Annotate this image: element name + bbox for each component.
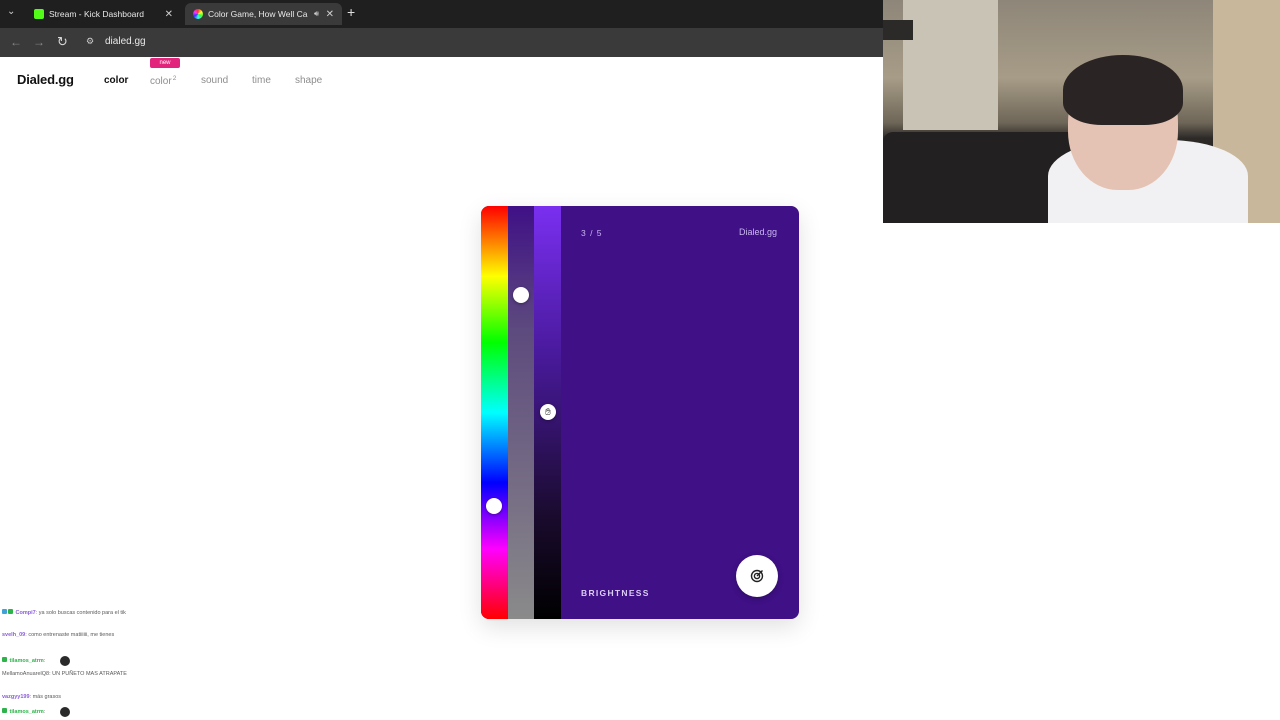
back-arrow-icon[interactable]: ← bbox=[10, 35, 22, 49]
hue-slider-handle[interactable] bbox=[486, 498, 502, 514]
chat-message: MellamoAnuarelQ8: UN PUÑETO MAS ATRAPATE bbox=[2, 671, 142, 679]
chat-username: tilamos_atrm bbox=[9, 658, 44, 664]
color-wheel-favicon-icon bbox=[193, 9, 203, 19]
saturation-slider[interactable] bbox=[508, 206, 534, 619]
chat-text: como entrenaste matiiiiii, me tienes bbox=[28, 632, 115, 638]
url-field[interactable]: dialed.gg bbox=[105, 36, 146, 47]
forward-arrow-icon[interactable]: → bbox=[33, 35, 45, 49]
badge-icon bbox=[2, 657, 7, 662]
chat-username: tilamos_atrm bbox=[9, 709, 44, 715]
submit-guess-button[interactable] bbox=[736, 555, 778, 597]
chat-username: svelh_09 bbox=[2, 632, 26, 638]
nav-time[interactable]: time bbox=[252, 75, 271, 86]
nav-shape[interactable]: shape bbox=[295, 75, 322, 86]
chat-message: Compi7: ya solo buscas contenido para el… bbox=[2, 609, 142, 618]
speaker-icon[interactable]: 🔊︎ bbox=[314, 9, 319, 19]
saturation-slider-handle[interactable] bbox=[513, 287, 529, 303]
site-logo[interactable]: Dialed.gg bbox=[17, 72, 74, 87]
chat-username: Compi7 bbox=[15, 610, 36, 616]
hue-slider[interactable] bbox=[481, 206, 508, 619]
grab-hand-cursor-icon: ✋︎ bbox=[545, 406, 551, 418]
chat-text: MellamoAnuarelQ8: UN PUÑETO MAS ATRAPATE bbox=[2, 671, 127, 677]
chat-message: tilamos_atrm: bbox=[2, 708, 142, 717]
browser-tab-bar: ⌄ Stream - Kick Dashboard ✕ Color Game, … bbox=[0, 0, 883, 28]
nav-color[interactable]: color bbox=[104, 75, 128, 86]
color-game-card: ✋︎ 3 / 5 Dialed.gg BRIGHTNESS bbox=[481, 206, 799, 619]
nav-color2-superscript: 2 bbox=[172, 75, 177, 82]
tab-color-game[interactable]: Color Game, How Well Can 🔊︎ ✕ bbox=[185, 3, 342, 25]
tab-title: Color Game, How Well Can bbox=[208, 9, 308, 19]
chat-message: tilamos_atrm: bbox=[2, 657, 142, 666]
webcam-background-door bbox=[903, 0, 998, 130]
target-icon bbox=[750, 569, 764, 583]
mode-label: BRIGHTNESS bbox=[581, 588, 650, 598]
chat-message: svelh_09: como entrenaste matiiiiii, me … bbox=[2, 632, 115, 638]
webcam-person-hair bbox=[1063, 55, 1183, 125]
chat-message: vazgyy199: más grasos bbox=[2, 694, 62, 700]
badge-icon bbox=[2, 609, 7, 614]
brightness-slider-handle[interactable]: ✋︎ bbox=[540, 404, 556, 420]
webcam-feed bbox=[883, 0, 1280, 223]
close-tab-icon[interactable]: ✕ bbox=[320, 9, 334, 20]
chat-username: vazgyy199 bbox=[2, 694, 30, 700]
chat-text: ya solo buscas contenido para el tik bbox=[38, 610, 126, 616]
tab-title: Stream - Kick Dashboard bbox=[49, 9, 144, 19]
stream-chat-overlay: Compi7: ya solo buscas contenido para el… bbox=[2, 606, 142, 720]
emote-icon bbox=[60, 656, 70, 666]
close-tab-icon[interactable]: ✕ bbox=[159, 9, 173, 20]
round-progress: 3 / 5 bbox=[581, 228, 603, 238]
tab-search-chevron-icon[interactable]: ⌄ bbox=[7, 6, 15, 17]
new-tab-plus-icon[interactable]: + bbox=[347, 4, 355, 20]
badge-icon bbox=[2, 708, 7, 713]
chat-text: más grasos bbox=[32, 694, 62, 700]
tab-kick-dashboard[interactable]: Stream - Kick Dashboard ✕ bbox=[26, 3, 181, 25]
emote-icon bbox=[60, 707, 70, 717]
badge-icon bbox=[8, 609, 13, 614]
nav-color2-label: color bbox=[150, 76, 172, 87]
nav-color2[interactable]: color2 bbox=[150, 75, 176, 87]
reload-icon[interactable]: ↻ bbox=[57, 34, 68, 50]
webcam-background-frame bbox=[883, 20, 913, 40]
card-brand: Dialed.gg bbox=[739, 227, 778, 237]
address-bar: ← → ↻ ⚙︎ dialed.gg bbox=[0, 28, 883, 57]
site-info-icon[interactable]: ⚙︎ bbox=[86, 36, 98, 46]
kick-favicon-icon bbox=[34, 9, 44, 19]
nav-sound[interactable]: sound bbox=[201, 75, 228, 86]
new-badge: new bbox=[150, 58, 180, 68]
